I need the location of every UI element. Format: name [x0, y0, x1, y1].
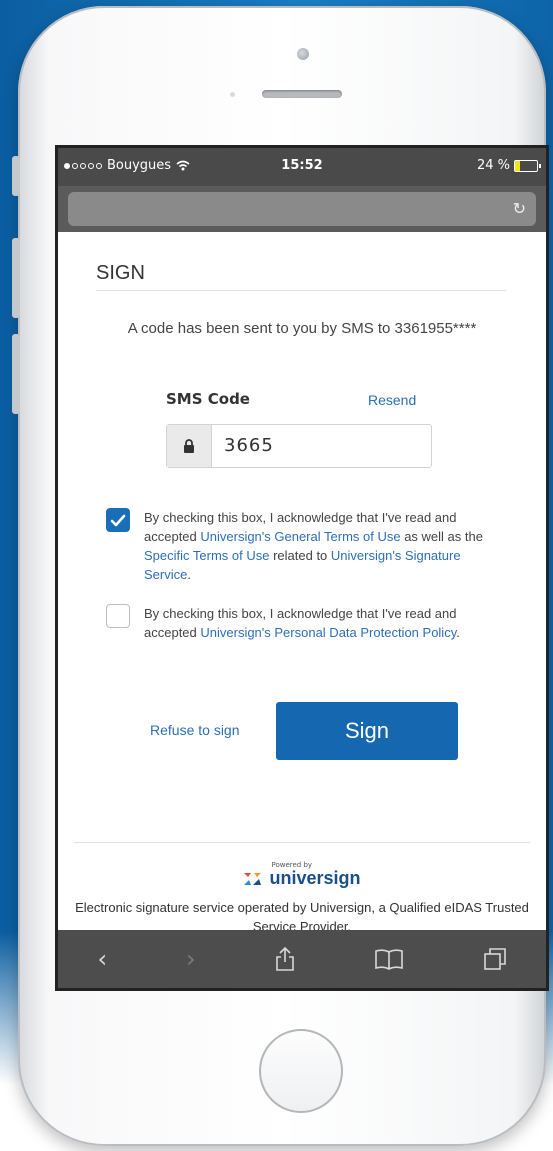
volume-up-button	[12, 238, 20, 318]
battery-icon	[514, 159, 541, 172]
page-title: SIGN	[96, 262, 145, 284]
battery-info: 24 %	[476, 158, 541, 173]
privacy-consent-text: By checking this box, I acknowledge that…	[144, 604, 498, 642]
universign-logo: Powered by universign	[58, 862, 546, 887]
terms-text-part: as well as the	[400, 529, 483, 544]
privacy-consent-row: By checking this box, I acknowledge that…	[106, 604, 498, 642]
specific-terms-link[interactable]: Specific Terms of Use	[144, 548, 269, 563]
bookmarks-icon[interactable]	[374, 948, 404, 970]
data-protection-policy-link[interactable]: Universign's Personal Data Protection Po…	[200, 625, 456, 640]
sms-code-value[interactable]: 3665	[212, 425, 274, 467]
checkmark-icon	[110, 514, 126, 526]
battery-percent: 24 %	[476, 158, 510, 173]
home-button[interactable]	[259, 1029, 343, 1113]
footer-divider	[74, 842, 530, 843]
terms-consent-text: By checking this box, I acknowledge that…	[144, 508, 498, 584]
earpiece-speaker	[262, 90, 342, 98]
page-content: SIGN A code has been sent to you by SMS …	[58, 232, 546, 934]
resend-link[interactable]: Resend	[368, 392, 416, 408]
terms-text-part: .	[187, 567, 191, 582]
forward-icon[interactable]: ›	[186, 945, 196, 973]
reload-icon[interactable]: ↻	[513, 199, 526, 218]
terms-consent-row: By checking this box, I acknowledge that…	[106, 508, 498, 584]
sms-code-label: SMS Code	[166, 390, 250, 408]
browser-toolbar: ‹ ›	[58, 930, 546, 988]
privacy-checkbox[interactable]	[106, 604, 130, 628]
browser-address-area: ↻	[58, 186, 546, 232]
front-camera	[297, 48, 309, 60]
status-bar: Bouygues 15:52 24 %	[58, 148, 546, 186]
sign-button[interactable]: Sign	[276, 702, 458, 760]
proximity-sensor	[230, 92, 235, 97]
privacy-text-part: .	[456, 625, 460, 640]
brand-name: universign	[269, 868, 361, 888]
address-bar[interactable]: ↻	[68, 192, 536, 226]
mute-switch	[12, 156, 20, 196]
title-divider	[96, 290, 506, 291]
phone-screen: Bouygues 15:52 24 % ↻ SIGN A code has be…	[58, 148, 546, 988]
terms-text-part: related to	[269, 548, 331, 563]
sms-sent-message: A code has been sent to you by SMS to 33…	[127, 320, 477, 337]
general-terms-link[interactable]: Universign's General Terms of Use	[200, 529, 400, 544]
terms-checkbox[interactable]	[106, 508, 130, 532]
share-icon[interactable]	[275, 946, 295, 972]
back-icon[interactable]: ‹	[97, 945, 107, 973]
clock: 15:52	[281, 158, 323, 173]
tabs-icon[interactable]	[483, 947, 507, 971]
universign-logo-icon	[244, 873, 262, 885]
refuse-to-sign-link[interactable]: Refuse to sign	[150, 722, 240, 738]
phone-frame: Bouygues 15:52 24 % ↻ SIGN A code has be…	[12, 6, 546, 1146]
lock-icon	[167, 425, 212, 467]
sms-code-field[interactable]: 3665	[166, 424, 432, 468]
volume-down-button	[12, 334, 20, 414]
